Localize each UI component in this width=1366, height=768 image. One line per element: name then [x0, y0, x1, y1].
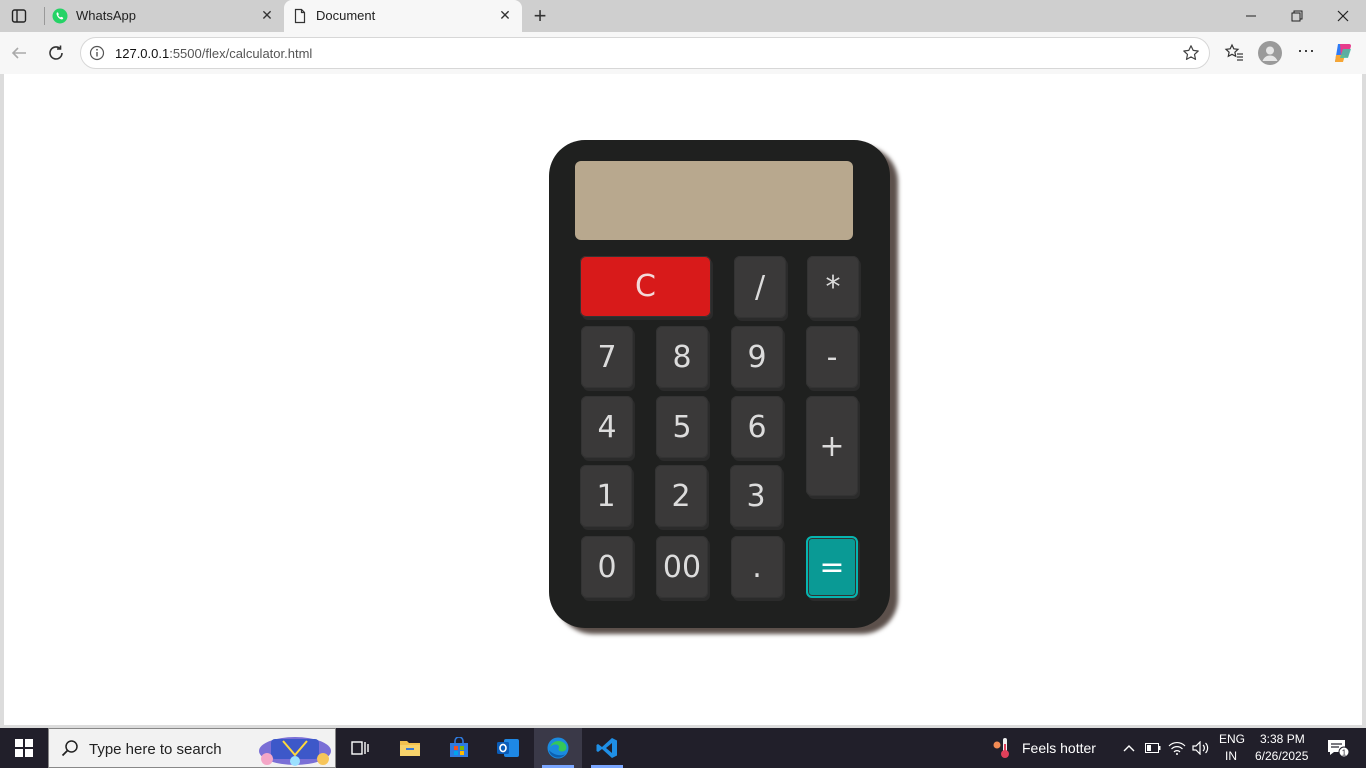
close-window-button[interactable]: [1320, 0, 1366, 32]
whatsapp-icon: [52, 8, 68, 24]
vscode-icon[interactable]: [583, 728, 631, 768]
search-icon: [61, 739, 79, 757]
double-zero-button[interactable]: 00: [656, 536, 708, 598]
restore-button[interactable]: [1274, 0, 1320, 32]
divide-button[interactable]: /: [734, 256, 786, 318]
search-highlight-icon: [257, 731, 333, 767]
close-tab-icon[interactable]: ✕: [496, 6, 514, 24]
back-arrow-icon[interactable]: [6, 40, 32, 66]
thermometer-icon: [992, 736, 1014, 760]
language-code[interactable]: ENG: [1219, 732, 1245, 746]
zero-button[interactable]: 0: [581, 536, 633, 598]
chevron-up-icon[interactable]: [1118, 728, 1140, 768]
minimize-button[interactable]: [1228, 0, 1274, 32]
decimal-button[interactable]: .: [731, 536, 783, 598]
weather-text: Feels hotter: [1022, 740, 1096, 756]
plus-button[interactable]: +: [806, 396, 858, 496]
battery-icon[interactable]: [1142, 728, 1164, 768]
microsoft-store-icon[interactable]: [435, 728, 483, 768]
clock-date: 6/26/2025: [1255, 749, 1309, 763]
multiply-button[interactable]: *: [807, 256, 859, 318]
network-icon[interactable]: [1166, 728, 1188, 768]
minus-button[interactable]: -: [806, 326, 858, 388]
seven-button[interactable]: 7: [581, 326, 633, 388]
site-info-icon[interactable]: [89, 45, 105, 61]
volume-icon[interactable]: [1190, 728, 1212, 768]
favorite-star-icon[interactable]: [1181, 43, 1201, 63]
clear-button[interactable]: C: [580, 256, 711, 317]
copilot-icon[interactable]: [1331, 41, 1355, 65]
language-region: IN: [1225, 749, 1237, 763]
calculator-display: [575, 161, 853, 240]
url-text: 127.0.0.1:5500/flex/calculator.html: [115, 46, 312, 61]
nine-button[interactable]: 9: [731, 326, 783, 388]
six-button[interactable]: 6: [731, 396, 783, 458]
tab-title: Document: [316, 8, 376, 23]
equals-button[interactable]: =: [806, 536, 858, 598]
address-bar[interactable]: 127.0.0.1:5500/flex/calculator.html: [80, 37, 1210, 69]
favorites-icon[interactable]: [1223, 42, 1245, 64]
five-button[interactable]: 5: [656, 396, 708, 458]
close-tab-icon[interactable]: ✕: [258, 6, 276, 24]
clock-time[interactable]: 3:38 PM: [1260, 732, 1305, 746]
eight-button[interactable]: 8: [656, 326, 708, 388]
browser-tab-bar: WhatsApp ✕ Document ✕ +: [0, 0, 1366, 32]
tab-whatsapp[interactable]: WhatsApp ✕: [44, 0, 284, 32]
tab-actions-icon[interactable]: [8, 5, 30, 27]
new-tab-button[interactable]: +: [528, 3, 552, 28]
three-button[interactable]: 3: [730, 465, 782, 527]
taskbar-search[interactable]: Type here to search: [48, 728, 336, 768]
edge-browser-icon[interactable]: [534, 728, 582, 768]
outlook-icon[interactable]: [484, 728, 532, 768]
notifications-icon[interactable]: 1: [1318, 728, 1358, 768]
url-path: :5500/flex/calculator.html: [169, 46, 313, 61]
refresh-icon[interactable]: [43, 40, 69, 66]
search-placeholder: Type here to search: [89, 741, 222, 758]
four-button[interactable]: 4: [581, 396, 633, 458]
calculator: C / * 7 8 9 - 4 5 6 + 1 2 3 0 00 . =: [549, 140, 890, 628]
notification-count: 1: [1342, 749, 1347, 758]
two-button[interactable]: 2: [655, 465, 707, 527]
start-button[interactable]: [0, 728, 48, 768]
one-button[interactable]: 1: [580, 465, 632, 527]
weather-widget[interactable]: Feels hotter: [992, 728, 1096, 768]
file-explorer-icon[interactable]: [386, 728, 434, 768]
more-options-icon[interactable]: ⋯: [1295, 40, 1317, 62]
document-icon: [292, 8, 308, 24]
profile-avatar-icon[interactable]: [1258, 41, 1282, 65]
tab-document[interactable]: Document ✕: [284, 0, 522, 32]
tab-title: WhatsApp: [76, 8, 136, 23]
taskbar: Type here to search Feels hotter ENG IN …: [0, 728, 1366, 768]
task-view-icon[interactable]: [336, 728, 384, 768]
url-host: 127.0.0.1: [115, 46, 170, 61]
windows-icon: [15, 739, 33, 757]
browser-toolbar: 127.0.0.1:5500/flex/calculator.html ⋯: [0, 32, 1366, 74]
